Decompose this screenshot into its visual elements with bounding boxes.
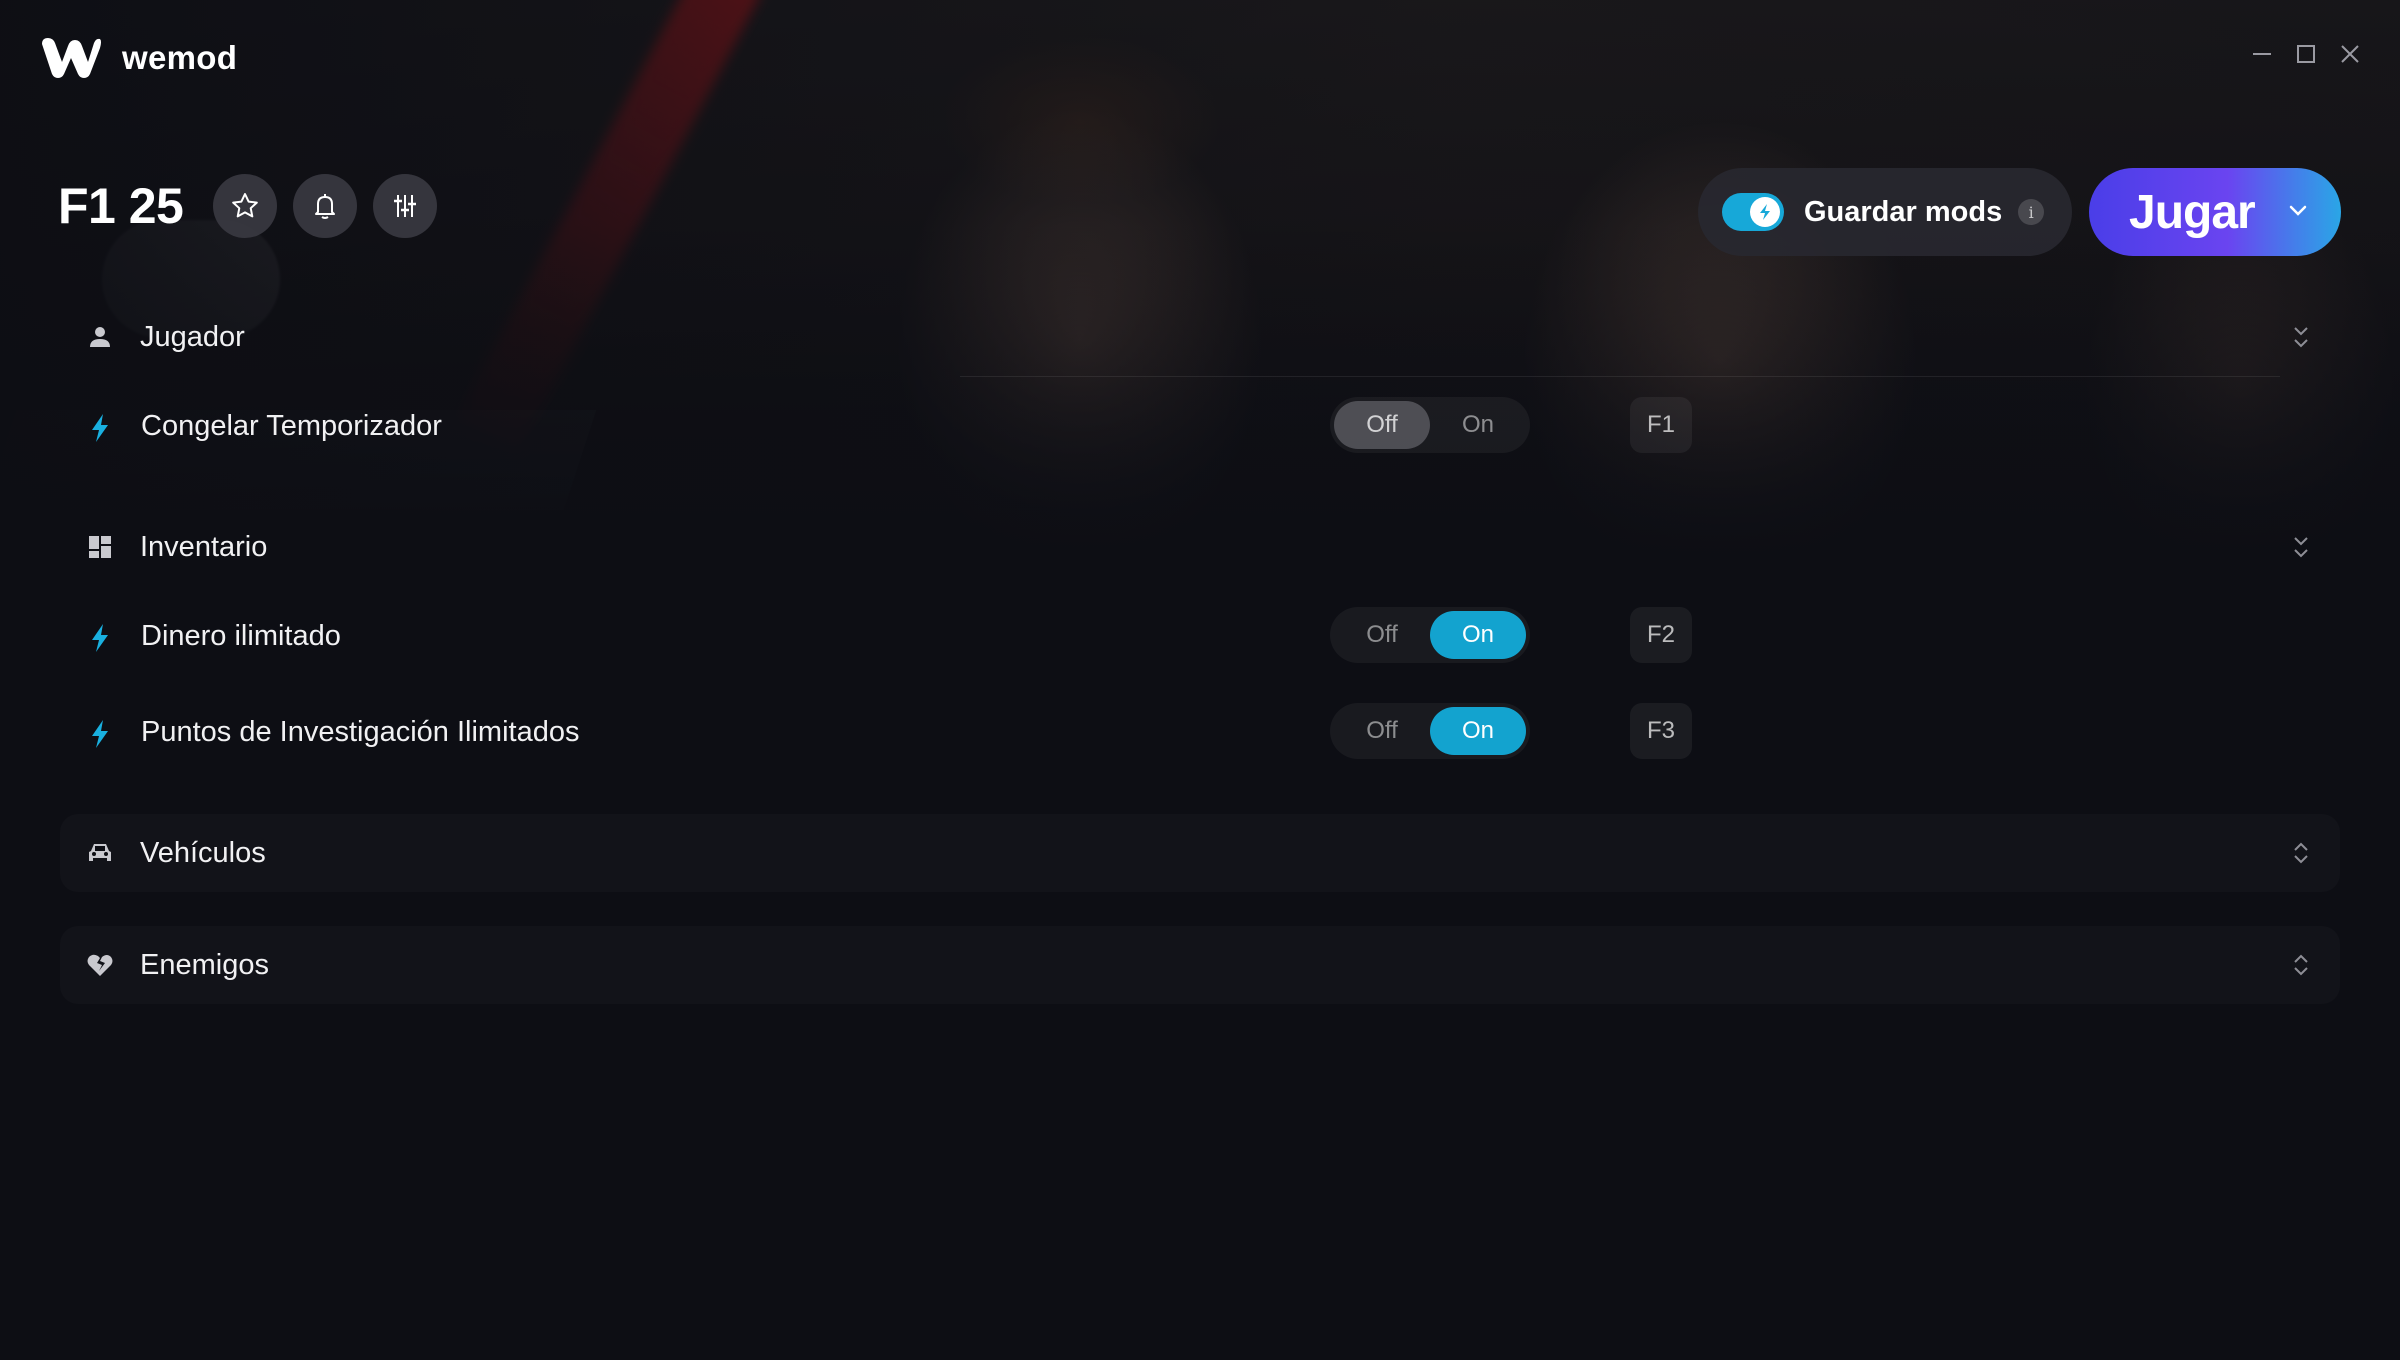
- star-icon: [232, 193, 259, 218]
- section-header-inventario[interactable]: Inventario: [60, 508, 2340, 586]
- grid-icon: [89, 536, 111, 558]
- toggle-on-option[interactable]: On: [1430, 401, 1526, 449]
- mod-toggle[interactable]: Off On: [1330, 703, 1530, 759]
- save-mods-toggle[interactable]: [1722, 193, 1784, 231]
- expand-chevron-icon[interactable]: [2290, 839, 2312, 867]
- section-title-inventario: Inventario: [140, 530, 268, 563]
- wemod-window: wemod F1 25 Guardar mods i Jugar Jugador…: [0, 0, 2400, 1360]
- maximize-button[interactable]: [2296, 44, 2316, 64]
- maximize-icon: [2297, 45, 2315, 63]
- minimize-button[interactable]: [2252, 44, 2272, 64]
- wemod-logo-icon: [42, 38, 101, 78]
- bolt-icon: [92, 720, 108, 748]
- brand: wemod: [40, 36, 237, 80]
- close-button[interactable]: [2340, 44, 2360, 64]
- section-divider: [960, 376, 2280, 377]
- bolt-icon: [92, 414, 108, 442]
- toggle-on-option[interactable]: On: [1430, 707, 1526, 755]
- minimize-icon: [2253, 53, 2271, 55]
- toggle-on-option[interactable]: On: [1430, 611, 1526, 659]
- mod-name: Congelar Temporizador: [141, 410, 442, 442]
- car-icon: [89, 844, 111, 861]
- save-mods-knob: [1750, 197, 1780, 227]
- section-header-vehiculos[interactable]: Vehículos: [60, 814, 2340, 892]
- window-controls: [2252, 44, 2360, 64]
- expand-chevron-icon[interactable]: [2290, 951, 2312, 979]
- info-icon[interactable]: i: [2018, 199, 2045, 225]
- save-mods-label: Guardar mods: [1804, 195, 2003, 228]
- hotkey-badge[interactable]: F1: [1630, 397, 1692, 453]
- title-bar: wemod: [0, 0, 2400, 120]
- section-header-enemigos[interactable]: Enemigos: [60, 926, 2340, 1004]
- mod-row-dinero-ilimitado: Dinero ilimitado Off On F2: [60, 590, 2340, 686]
- mod-name: Dinero ilimitado: [141, 620, 341, 652]
- game-header: F1 25: [58, 174, 453, 238]
- sliders-icon: [394, 195, 417, 217]
- save-mods-control[interactable]: Guardar mods i: [1698, 168, 2072, 256]
- broken-heart-icon: [87, 954, 113, 976]
- notifications-button[interactable]: [293, 174, 358, 238]
- mod-row-puntos-investigacion: Puntos de Investigación Ilimitados Off O…: [60, 686, 2340, 782]
- chevron-down-icon[interactable]: [2285, 198, 2311, 224]
- collapse-chevron-icon[interactable]: [2290, 533, 2312, 561]
- bell-icon: [315, 194, 336, 219]
- play-label: Jugar: [2129, 185, 2256, 239]
- play-button[interactable]: Jugar: [2089, 168, 2341, 256]
- person-icon: [90, 327, 110, 347]
- favorite-button[interactable]: [213, 174, 278, 238]
- game-title: F1 25: [58, 178, 184, 234]
- toggle-off-option[interactable]: Off: [1334, 401, 1430, 449]
- section-title-enemigos: Enemigos: [140, 948, 269, 981]
- section-header-jugador[interactable]: Jugador: [60, 298, 2340, 376]
- toggle-off-option[interactable]: Off: [1334, 707, 1430, 755]
- app-name: wemod: [122, 39, 238, 76]
- toggle-off-option[interactable]: Off: [1334, 611, 1430, 659]
- bolt-icon: [92, 624, 108, 652]
- mod-row-congelar-temporizador: Congelar Temporizador Off On F1: [60, 380, 2340, 476]
- settings-sliders-button[interactable]: [373, 174, 438, 238]
- mod-name: Puntos de Investigación Ilimitados: [141, 716, 580, 748]
- hotkey-badge[interactable]: F2: [1630, 607, 1692, 663]
- mod-toggle[interactable]: Off On: [1330, 397, 1530, 453]
- hotkey-badge[interactable]: F3: [1630, 703, 1692, 759]
- section-title-jugador: Jugador: [140, 320, 245, 353]
- mod-toggle[interactable]: Off On: [1330, 607, 1530, 663]
- close-icon: [2341, 45, 2359, 63]
- collapse-chevron-icon[interactable]: [2290, 323, 2312, 351]
- bolt-icon: [1760, 204, 1770, 220]
- section-title-vehiculos: Vehículos: [140, 836, 266, 869]
